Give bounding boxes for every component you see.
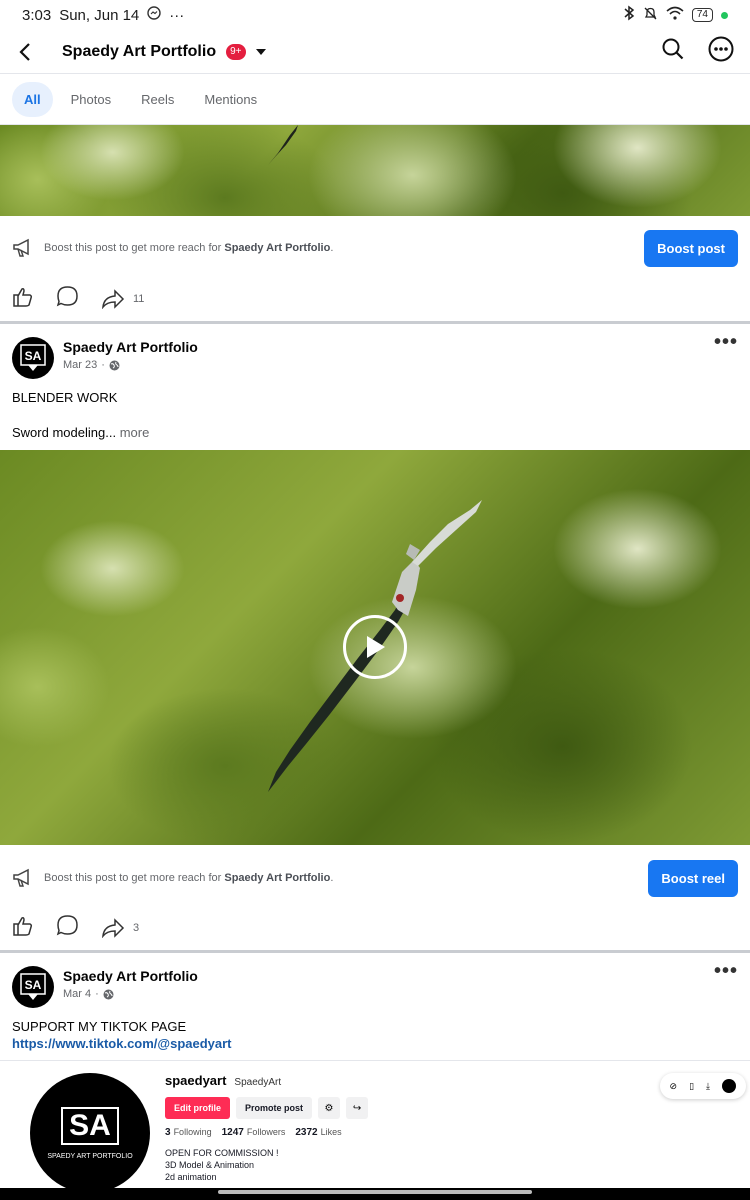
- post-text: SUPPORT MY TIKTOK PAGE: [12, 1019, 187, 1034]
- promote-post-button: Promote post: [236, 1097, 313, 1119]
- back-arrow-icon: [19, 42, 30, 61]
- post-more-options-icon[interactable]: •••: [714, 961, 738, 981]
- tab-mentions[interactable]: Mentions: [192, 82, 269, 117]
- download-icon: ⤓: [706, 1080, 710, 1091]
- boost-reel-button[interactable]: Boost reel: [648, 859, 738, 897]
- post-text: BLENDER WORK: [12, 390, 118, 405]
- back-button[interactable]: [0, 30, 50, 74]
- tiktok-link[interactable]: https://www.tiktok.com/@spaedyart: [12, 1036, 232, 1051]
- post-header: SA Spaedy Art Portfolio Mar 23 · •••: [12, 332, 738, 379]
- globe-icon: [103, 989, 114, 999]
- sa-logo: SA: [20, 344, 46, 371]
- share-button[interactable]: 3: [101, 918, 139, 938]
- tab-reels[interactable]: Reels: [129, 82, 186, 117]
- play-icon: [367, 636, 385, 658]
- svg-text:SA: SA: [25, 978, 42, 992]
- wifi-icon: [666, 6, 684, 24]
- sword-tip-graphic: [268, 125, 298, 165]
- status-time: 3:03: [22, 6, 52, 24]
- phone-icon: ▯: [689, 1080, 695, 1091]
- edit-profile-button: Edit profile: [165, 1097, 230, 1119]
- share-icon: [102, 918, 125, 938]
- more-options-icon: [708, 36, 734, 62]
- page-header: Spaedy Art Portfolio 9+: [0, 30, 750, 74]
- overflow-dots-icon: ···: [169, 6, 185, 24]
- tiktok-avatar: SA SPAEDY ART PORTFOLIO: [30, 1073, 150, 1188]
- boost-text: Boost this post to get more reach for Sp…: [44, 872, 334, 884]
- chevron-down-icon[interactable]: [255, 48, 266, 55]
- compass-icon: ⊘: [669, 1080, 678, 1091]
- logo-subtitle: SPAEDY ART PORTFOLIO: [47, 1152, 133, 1160]
- comment-button[interactable]: [56, 285, 79, 313]
- post-actions: 3: [0, 908, 750, 948]
- post-header: SA Spaedy Art Portfolio Mar 4 · •••: [12, 961, 738, 1008]
- page-title[interactable]: Spaedy Art Portfolio: [62, 43, 216, 61]
- status-date: Sun, Jun 14: [59, 6, 140, 24]
- tab-photos[interactable]: Photos: [59, 82, 123, 117]
- more-options-button[interactable]: [708, 36, 734, 67]
- megaphone-icon: [13, 238, 29, 257]
- tab-all[interactable]: All: [12, 82, 53, 117]
- privacy-dot: [721, 11, 728, 19]
- messenger-icon: [147, 6, 161, 24]
- like-button[interactable]: [12, 915, 34, 942]
- avatar[interactable]: SA: [12, 337, 54, 379]
- see-more-link[interactable]: more: [120, 425, 150, 440]
- boost-banner: Boost this post to get more reach for Sp…: [0, 228, 750, 268]
- content-tabs: All Photos Reels Mentions: [0, 75, 750, 125]
- tiktok-username: spaedyart: [165, 1073, 227, 1088]
- status-bar: 3:03 Sun, Jun 14 ··· 74: [0, 0, 750, 30]
- tiktok-display-name: SpaedyArt: [234, 1077, 282, 1088]
- post-divider: [0, 950, 750, 953]
- svg-text:SA: SA: [25, 349, 42, 363]
- tiktok-link-preview[interactable]: SA SPAEDY ART PORTFOLIO spaedyart Spaedy…: [0, 1060, 750, 1188]
- post-text-truncated: Sword modeling... more: [12, 425, 150, 440]
- post-date: Mar 4 ·: [63, 988, 198, 1000]
- globe-icon: [109, 360, 120, 370]
- megaphone-icon: [13, 868, 29, 887]
- share-count: 11: [133, 293, 145, 305]
- tiktok-bio: OPEN FOR COMMISSION ! 3D Model & Animati…: [165, 1148, 279, 1182]
- post-date: Mar 23 ·: [63, 359, 198, 371]
- post-image[interactable]: [0, 125, 750, 216]
- post-author[interactable]: Spaedy Art Portfolio: [63, 968, 198, 984]
- post-more-options-icon[interactable]: •••: [714, 332, 738, 352]
- share-icon: [102, 289, 125, 309]
- account-icon: [722, 1079, 736, 1093]
- notification-badge: 9+: [226, 43, 246, 60]
- post-author[interactable]: Spaedy Art Portfolio: [63, 339, 198, 355]
- post-divider: [0, 321, 750, 324]
- search-icon: [662, 38, 684, 60]
- comment-icon: [56, 286, 78, 307]
- tiktok-stats: 3 Following 1247 Followers 2372 Likes: [165, 1127, 342, 1138]
- play-button[interactable]: [343, 615, 407, 679]
- comment-button[interactable]: [56, 914, 79, 942]
- share-count: 3: [133, 922, 140, 934]
- like-icon: [13, 287, 33, 307]
- boost-post-button[interactable]: Boost post: [644, 229, 738, 267]
- battery-indicator: 74: [691, 8, 713, 22]
- settings-icon: ⚙: [318, 1097, 341, 1119]
- sa-logo: SA: [20, 973, 46, 1000]
- boost-banner: Boost this post to get more reach for Sp…: [0, 858, 750, 898]
- avatar[interactable]: SA: [12, 966, 54, 1008]
- mute-bell-icon: [643, 6, 658, 25]
- like-icon: [13, 916, 33, 936]
- boost-text: Boost this post to get more reach for Sp…: [44, 242, 334, 254]
- sa-logo: SA: [61, 1106, 119, 1145]
- post-actions: 11: [0, 279, 750, 319]
- share-button[interactable]: 11: [101, 289, 144, 309]
- search-button[interactable]: [662, 38, 684, 65]
- tiktok-toolbar: ⊘ ▯ ⤓: [659, 1073, 746, 1099]
- share-icon: ↪: [346, 1097, 369, 1119]
- comment-icon: [56, 915, 78, 936]
- bluetooth-icon: [623, 5, 635, 25]
- like-button[interactable]: [12, 286, 34, 313]
- home-indicator[interactable]: [218, 1190, 532, 1194]
